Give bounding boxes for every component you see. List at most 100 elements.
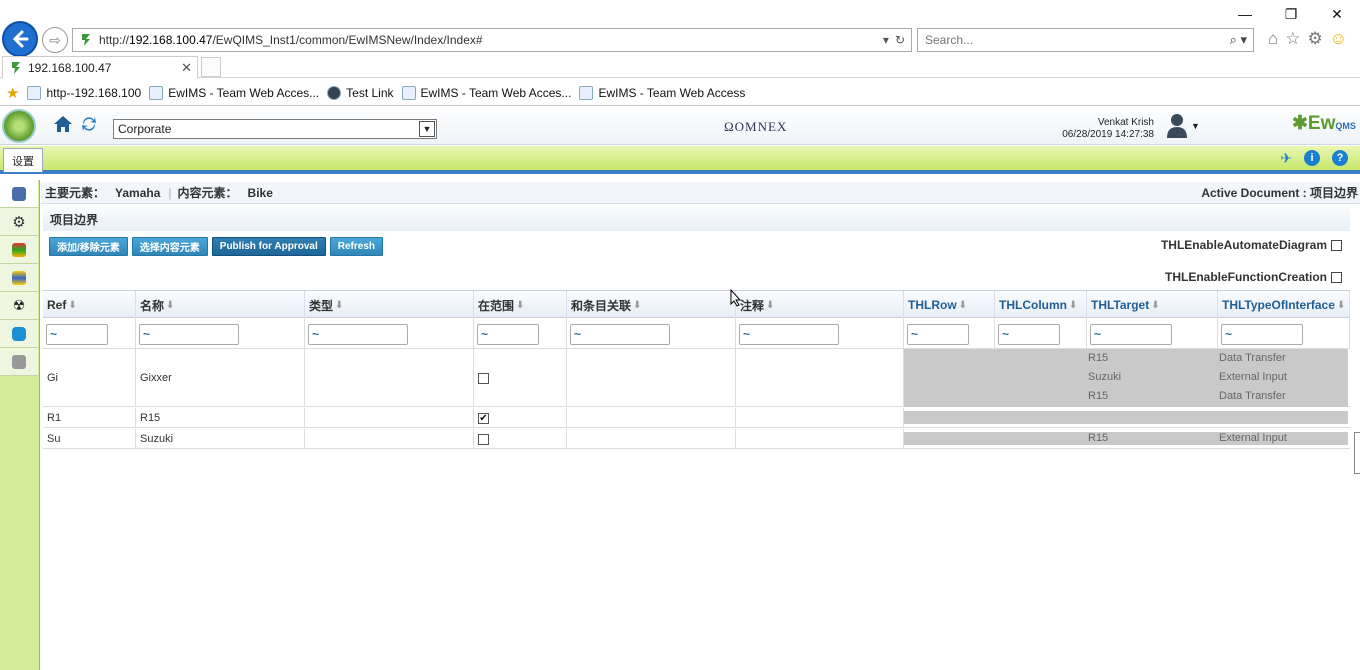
column-header[interactable]: 名称 ⬇ [136, 291, 305, 319]
favorite-link[interactable]: EwIMS - Team Web Acces... [401, 85, 571, 100]
sidebar-item-radiation[interactable]: ☢ [0, 292, 38, 320]
url-text[interactable]: http://192.168.100.47/EwQIMS_Inst1/commo… [99, 33, 883, 47]
thl-interface-type-value: External Input [1219, 432, 1287, 444]
favorite-link[interactable]: http--192.168.100 [27, 85, 141, 100]
column-header-label: 名称 [140, 298, 165, 313]
favorite-link[interactable]: Test Link [327, 85, 394, 100]
in-scope-cell: ✔ [474, 408, 567, 428]
page-icon [579, 85, 594, 100]
in-scope-checkbox[interactable] [478, 372, 489, 384]
new-tab-button[interactable] [201, 57, 221, 77]
sort-arrow-icon[interactable]: ⬇ [633, 300, 641, 311]
column-header[interactable]: 和条目关联 ⬇ [567, 291, 736, 319]
favorite-link[interactable]: EwIMS - Team Web Access [579, 85, 745, 100]
side-tooltip [1354, 432, 1360, 474]
column-header[interactable]: 在范围 ⬇ [474, 291, 567, 319]
user-menu-caret-icon[interactable]: ▼ [1191, 121, 1200, 131]
in-scope-checkbox[interactable] [478, 433, 489, 445]
sort-arrow-icon[interactable]: ⬇ [166, 300, 174, 311]
sort-arrow-icon[interactable]: ⬇ [68, 300, 76, 311]
restore-icon[interactable]: ❐ [1268, 0, 1314, 28]
info-icon[interactable]: i [1304, 150, 1320, 166]
column-filter-input[interactable] [1221, 323, 1303, 345]
select-content-element-button[interactable]: 选择内容元素 [131, 237, 208, 256]
lock-icon [12, 326, 26, 341]
tab-favicon-icon [12, 61, 20, 74]
refresh-page-icon[interactable]: ↻ [895, 33, 905, 47]
column-header[interactable]: Ref ⬇ [43, 291, 136, 319]
chevron-down-icon[interactable]: ▼ [419, 121, 435, 137]
search-icon[interactable]: ⌕ ▾ [1230, 32, 1247, 48]
column-filter-input[interactable] [308, 323, 408, 345]
user-name: Venkat Krish [1097, 117, 1154, 128]
favorites-star-add-icon[interactable]: ★ [6, 84, 19, 102]
smiley-feedback-icon[interactable]: ☺ [1330, 29, 1347, 49]
close-tab-icon[interactable]: ✕ [181, 60, 192, 76]
sort-arrow-icon[interactable]: ⬇ [335, 300, 343, 311]
sort-arrow-icon[interactable]: ⬇ [1069, 300, 1077, 311]
sort-arrow-icon[interactable]: ⬇ [1337, 300, 1345, 311]
column-filter-input[interactable] [477, 323, 539, 345]
column-header[interactable]: THLTypeOfInterface ⬇ [1218, 291, 1350, 319]
publish-for-approval-button[interactable]: Publish for Approval [211, 237, 326, 256]
help-icon[interactable]: ? [1332, 150, 1348, 166]
browser-tab-row: 192.168.100.47 ✕ [0, 56, 1360, 78]
table-row[interactable]: Gi Gixxer R15 Data Transfer Suzuki External I… [43, 349, 1350, 407]
search-input[interactable] [925, 33, 1230, 47]
forward-button[interactable]: ⇨ [42, 27, 68, 53]
column-header[interactable]: THLTarget ⬇ [1087, 291, 1218, 319]
column-header[interactable]: THLColumn ⬇ [995, 291, 1087, 319]
column-filter-input[interactable] [570, 323, 670, 345]
column-filter-input[interactable] [1090, 323, 1172, 345]
table-row[interactable]: Su Suzuki R15 External Input [43, 429, 1350, 449]
home-browser-icon[interactable]: ⌂ [1268, 29, 1278, 49]
refresh-icon[interactable] [80, 115, 98, 133]
in-scope-checkbox[interactable]: ✔ [478, 412, 489, 424]
organization-select[interactable]: Corporate ▼ [113, 119, 437, 139]
close-window-icon[interactable]: ✕ [1314, 0, 1360, 28]
app-menu-logo-icon[interactable] [2, 109, 36, 143]
column-header[interactable]: THLRow ⬇ [904, 291, 995, 319]
settings-gear-icon[interactable]: ⚙ [1308, 29, 1323, 49]
function-creation-checkbox[interactable] [1331, 271, 1342, 283]
address-bar[interactable]: http://192.168.100.47/EwQIMS_Inst1/commo… [72, 28, 912, 52]
sidebar-item-lock[interactable] [0, 320, 38, 348]
column-filter-input[interactable] [739, 323, 839, 345]
sidebar-item-collapse[interactable] [0, 180, 38, 208]
column-header-label: THLRow [908, 298, 957, 312]
sidebar-item-settings[interactable]: ⚙ [0, 208, 38, 236]
sort-arrow-icon[interactable]: ⬇ [766, 300, 774, 311]
home-icon[interactable] [53, 115, 73, 133]
sort-arrow-icon[interactable]: ⬇ [516, 300, 524, 311]
column-filter-input[interactable] [46, 323, 108, 345]
sort-arrow-icon[interactable]: ⬇ [959, 300, 967, 311]
tab-settings[interactable]: 设置 [3, 148, 43, 172]
user-avatar-icon[interactable] [1165, 112, 1189, 138]
column-filter-input[interactable] [998, 323, 1060, 345]
browser-tab-active[interactable]: 192.168.100.47 ✕ [2, 56, 198, 78]
sort-arrow-icon[interactable]: ⬇ [1151, 300, 1159, 311]
favorites-star-icon[interactable]: ☆ [1285, 29, 1300, 49]
omnex-logo: ΩOMNEX [724, 119, 788, 134]
mouse-cursor-icon [730, 289, 742, 307]
search-box[interactable]: ⌕ ▾ [917, 28, 1254, 52]
add-remove-element-button[interactable]: 添加/移除元素 [49, 237, 128, 256]
favorite-link[interactable]: EwIMS - Team Web Acces... [149, 85, 319, 100]
back-button[interactable] [2, 21, 38, 57]
sidebar-item-list[interactable] [0, 264, 38, 292]
column-filter-input[interactable] [139, 323, 239, 345]
minimize-icon[interactable]: — [1222, 0, 1268, 28]
pin-icon[interactable]: ✈ [1280, 150, 1292, 167]
table-row[interactable]: R1 R15 ✔ [43, 408, 1350, 428]
primary-element-value[interactable]: Yamaha [115, 186, 160, 200]
column-header[interactable]: 注释 ⬇ [736, 291, 904, 319]
sidebar-item-security[interactable] [0, 348, 38, 376]
automate-diagram-checkbox[interactable] [1331, 239, 1342, 251]
column-filter-input[interactable] [907, 323, 969, 345]
refresh-button[interactable]: Refresh [329, 237, 383, 256]
dropdown-arrow-icon[interactable]: ▾ [883, 33, 889, 47]
thl-target-value: R15 [1088, 390, 1109, 402]
sidebar-item-layers[interactable] [0, 236, 38, 264]
column-header[interactable]: 类型 ⬇ [305, 291, 474, 319]
content-element-value[interactable]: Bike [248, 186, 273, 200]
